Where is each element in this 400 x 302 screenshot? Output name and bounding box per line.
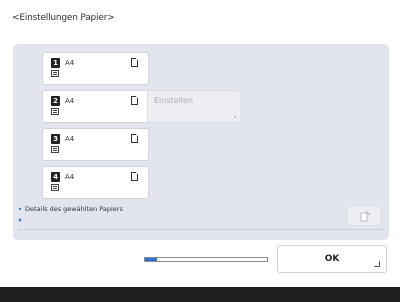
drawer-number: 1 [51, 58, 60, 68]
paper-edit-icon [360, 210, 371, 222]
divider [19, 229, 383, 230]
details-label: Details des gewählten Papiers [25, 205, 123, 213]
expand-arrow-icon[interactable] [19, 218, 22, 222]
drawer-1-button[interactable]: 1 A4 [42, 52, 149, 85]
paper-orientation-icon [131, 58, 138, 67]
progress-bar-fill [145, 258, 158, 261]
paper-settings-panel: 1 A4 2 A4 3 A4 4 A4 Einstellen Details d [13, 44, 389, 240]
drawer-3-button[interactable]: 3 A4 [42, 128, 149, 161]
page-title: <Einstellungen Papier> [12, 13, 115, 23]
drawer-number: 2 [51, 96, 60, 106]
details-link[interactable]: Details des gewählten Papiers [19, 205, 123, 213]
paper-size: A4 [65, 59, 75, 67]
paper-drawer-icon [51, 184, 59, 191]
corner-arrow-icon [374, 261, 380, 267]
paper-orientation-icon [131, 172, 138, 181]
paper-drawer-icon [51, 70, 59, 77]
settings-button[interactable]: Einstellen [147, 90, 241, 123]
bullet-icon [19, 208, 21, 210]
paper-drawer-icon [51, 146, 59, 153]
drawer-2-button[interactable]: 2 A4 [42, 90, 149, 123]
progress-bar [144, 257, 268, 262]
paper-orientation-icon [131, 134, 138, 143]
drawer-number: 3 [51, 134, 60, 144]
drawer-4-button[interactable]: 4 A4 [42, 166, 149, 199]
ok-button-label: OK [324, 254, 340, 264]
drawer-number: 4 [51, 172, 60, 182]
settings-button-label: Einstellen [154, 96, 194, 105]
paper-size: A4 [65, 97, 75, 105]
paper-drawer-icon [51, 108, 59, 115]
paper-orientation-icon [131, 96, 138, 105]
corner-mark-icon [234, 116, 236, 118]
ok-button[interactable]: OK [277, 245, 387, 273]
paper-edit-button[interactable] [347, 205, 381, 226]
paper-size: A4 [65, 173, 75, 181]
status-bar [0, 287, 400, 302]
paper-size: A4 [65, 135, 75, 143]
